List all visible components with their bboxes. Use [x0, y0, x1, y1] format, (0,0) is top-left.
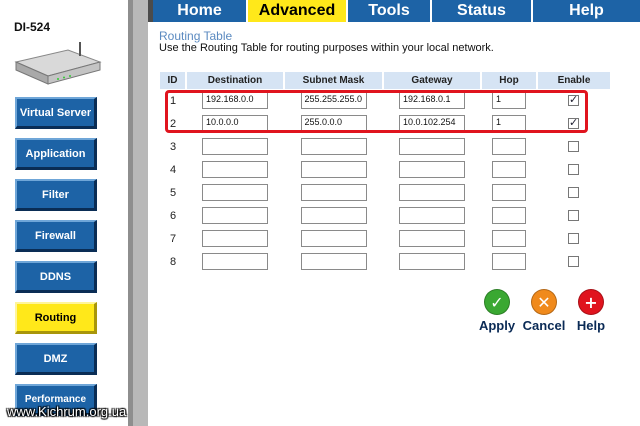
row-id: 7 [169, 232, 177, 245]
cancel-label: Cancel [522, 318, 566, 333]
gateway-input[interactable] [399, 161, 465, 178]
hop-input[interactable] [492, 207, 526, 224]
hop-input[interactable] [492, 161, 526, 178]
gateway-input[interactable] [399, 253, 465, 270]
subnet-mask-input[interactable] [300, 253, 367, 270]
tab-help[interactable]: Help [533, 0, 640, 22]
highlight-frame [165, 90, 588, 133]
cancel-icon: ✕ [531, 289, 557, 315]
destination-input[interactable] [202, 230, 268, 247]
row-id: 4 [169, 163, 177, 176]
col-destination: Destination [186, 72, 285, 89]
page-title: Routing Table [159, 29, 233, 43]
subnet-mask-input[interactable] [300, 161, 367, 178]
check-icon: ✓ [484, 289, 510, 315]
page-description: Use the Routing Table for routing purpos… [159, 42, 494, 54]
enable-checkbox[interactable] [568, 164, 579, 176]
row-id: 6 [169, 209, 177, 222]
sidebar-item-ddns[interactable]: DDNS [15, 261, 97, 293]
sidebar-item-dmz[interactable]: DMZ [15, 343, 97, 375]
table-row: 8 [160, 250, 610, 273]
sidebar: DI-524 Virtual Server Application Filter… [0, 0, 133, 426]
table-row: 7 [160, 227, 610, 250]
row-id: 8 [169, 255, 177, 268]
tab-home[interactable]: Home [153, 0, 248, 22]
top-tabs: Home Advanced Tools Status Help [148, 0, 640, 22]
apply-button[interactable]: ✓ Apply [472, 289, 522, 333]
subnet-mask-input[interactable] [300, 230, 367, 247]
router-image [14, 42, 102, 85]
gateway-input[interactable] [399, 138, 465, 155]
row-id: 3 [169, 140, 177, 153]
col-hop: Hop [481, 72, 538, 89]
hop-input[interactable] [492, 184, 526, 201]
table-row: 4 [160, 158, 610, 181]
help-label: Help [576, 318, 606, 333]
enable-checkbox[interactable] [568, 256, 579, 268]
enable-checkbox[interactable] [568, 210, 579, 222]
table-row: 6 [160, 204, 610, 227]
subnet-mask-input[interactable] [300, 138, 367, 155]
tab-tools[interactable]: Tools [348, 0, 432, 22]
apply-label: Apply [478, 318, 516, 333]
hop-input[interactable] [492, 253, 526, 270]
enable-checkbox[interactable] [568, 141, 579, 153]
subnet-mask-input[interactable] [300, 184, 367, 201]
col-subnet-mask: Subnet Mask [284, 72, 384, 89]
plus-icon: + [578, 289, 604, 315]
help-button[interactable]: + Help [566, 289, 616, 333]
col-gateway: Gateway [383, 72, 482, 89]
sidebar-item-virtual-server[interactable]: Virtual Server [15, 97, 97, 129]
hop-input[interactable] [492, 138, 526, 155]
gateway-input[interactable] [399, 184, 465, 201]
sidebar-item-filter[interactable]: Filter [15, 179, 97, 211]
destination-input[interactable] [202, 138, 268, 155]
hop-input[interactable] [492, 230, 526, 247]
device-model: DI-524 [14, 20, 51, 34]
sidebar-item-application[interactable]: Application [15, 138, 97, 170]
subnet-mask-input[interactable] [300, 207, 367, 224]
destination-input[interactable] [202, 207, 268, 224]
watermark: www.Kichrum.org.ua [7, 404, 127, 419]
enable-checkbox[interactable] [568, 233, 579, 245]
cancel-button[interactable]: ✕ Cancel [519, 289, 569, 333]
destination-input[interactable] [202, 184, 268, 201]
enable-checkbox[interactable] [568, 187, 579, 199]
table-header-row: ID Destination Subnet Mask Gateway Hop E… [160, 72, 610, 89]
tab-advanced[interactable]: Advanced [248, 0, 348, 22]
gateway-input[interactable] [399, 230, 465, 247]
sidebar-item-routing[interactable]: Routing [15, 302, 97, 334]
main-gutter [133, 0, 148, 426]
table-row: 3 [160, 135, 610, 158]
table-row: 5 [160, 181, 610, 204]
sidebar-item-firewall[interactable]: Firewall [15, 220, 97, 252]
gateway-input[interactable] [399, 207, 465, 224]
destination-input[interactable] [202, 253, 268, 270]
col-enable: Enable [537, 72, 610, 89]
tab-status[interactable]: Status [432, 0, 533, 22]
destination-input[interactable] [202, 161, 268, 178]
row-id: 5 [169, 186, 177, 199]
col-id: ID [160, 72, 187, 89]
